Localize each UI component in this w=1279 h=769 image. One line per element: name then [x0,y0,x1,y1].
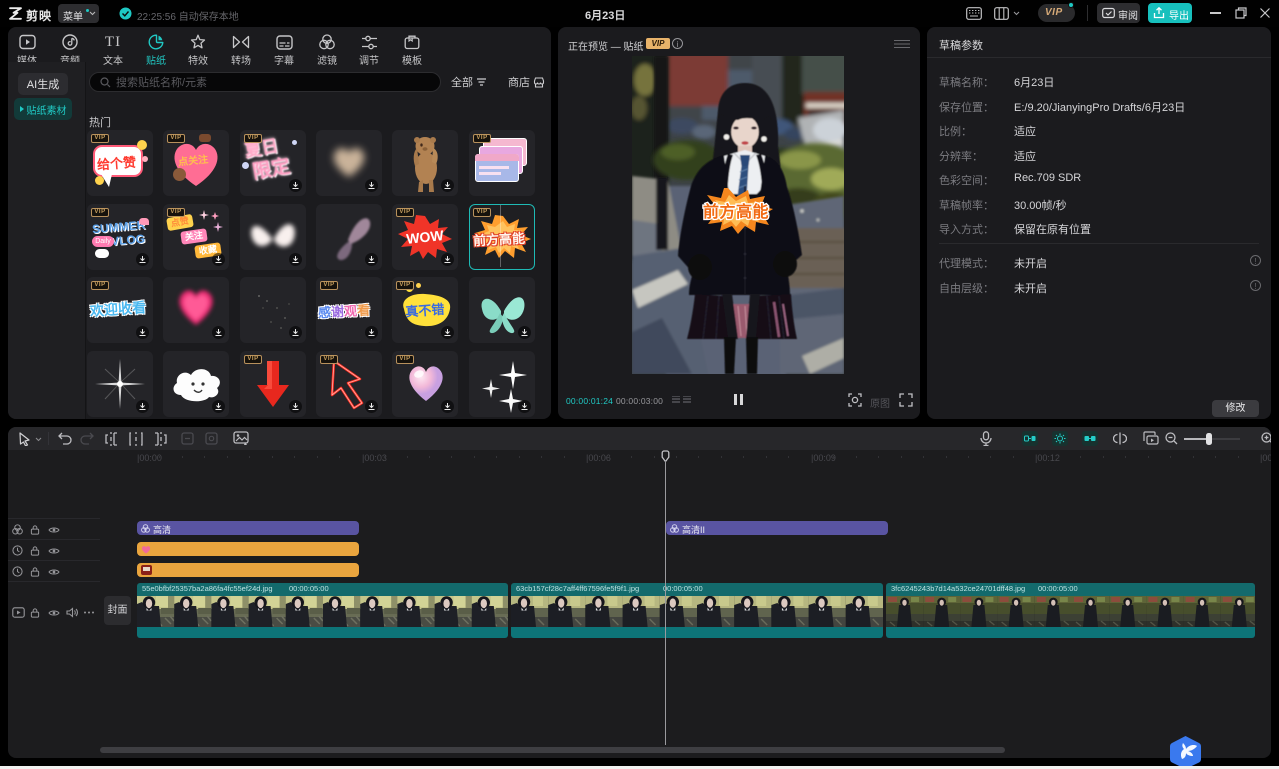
svg-text:真不错: 真不错 [405,302,445,320]
svg-text:前方高能: 前方高能 [703,202,769,221]
